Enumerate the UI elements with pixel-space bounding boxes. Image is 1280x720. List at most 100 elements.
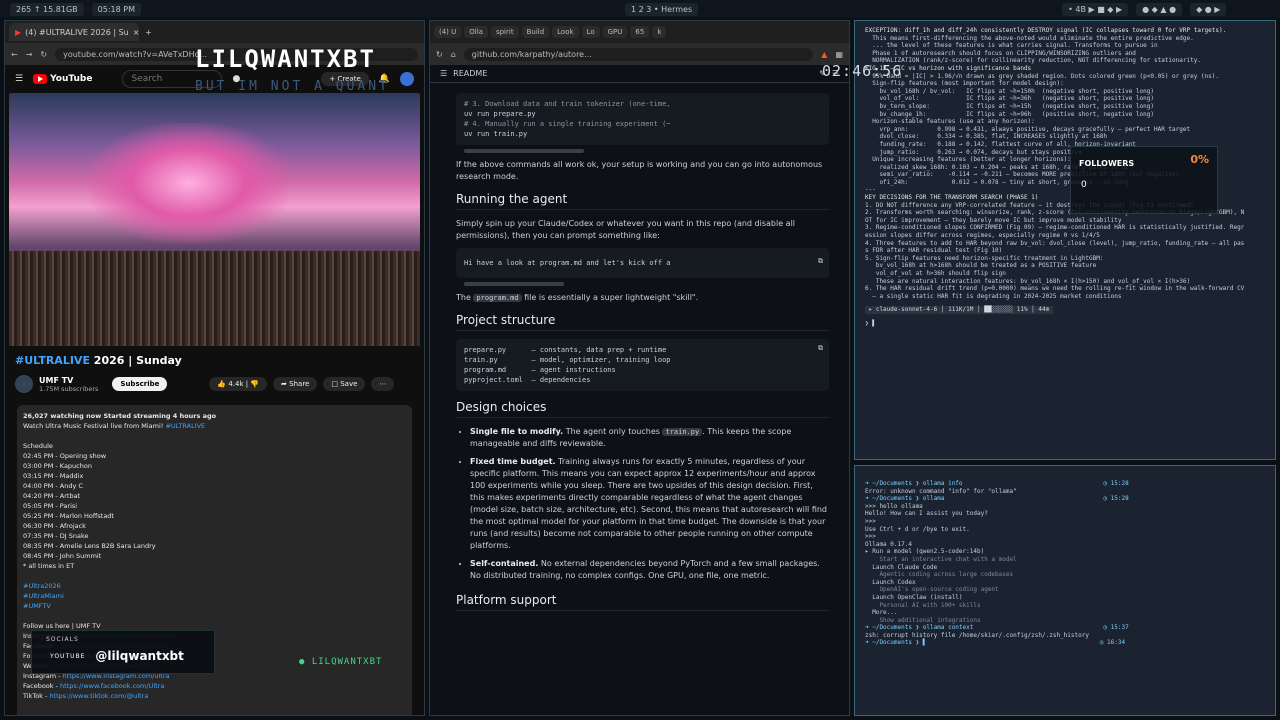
- terminal-line: >>>: [865, 533, 876, 541]
- channel-avatar[interactable]: [15, 375, 33, 393]
- terminal-line: — a single static HAR fit is degrading i…: [865, 292, 1122, 300]
- terminal-line: 4. Three features to add to HAR beyond r…: [865, 239, 1245, 247]
- reload-icon[interactable]: ↻: [40, 50, 47, 59]
- copy-icon[interactable]: ⧉: [818, 343, 823, 353]
- readme-label[interactable]: README: [453, 69, 487, 78]
- video-player[interactable]: [9, 93, 420, 346]
- thumbs-up-icon: 👍: [217, 380, 227, 388]
- browser-tab[interactable]: (4) U: [434, 26, 462, 38]
- browser-tab[interactable]: spirit: [490, 26, 519, 38]
- browser-tab[interactable]: Look: [552, 26, 579, 38]
- bullet-text: Training always runs for exactly 5 minut…: [470, 457, 828, 550]
- schedule-item: 08:45 PM - John Summit: [23, 552, 102, 560]
- hashtag-link[interactable]: #Ultra2026: [23, 581, 406, 591]
- readme-header: ☰ README ✎ ☰: [430, 65, 849, 83]
- youtube-logo[interactable]: YouTube: [33, 74, 92, 84]
- save-button[interactable]: □ Save: [323, 377, 366, 391]
- new-tab-icon[interactable]: +: [145, 28, 152, 37]
- close-icon[interactable]: ×: [133, 28, 139, 37]
- terminal-ollama[interactable]: ➜ ~/Documents ❯ ollama info ◷ 15:28 Error…: [854, 465, 1276, 716]
- bullet-title: Fixed time budget.: [470, 457, 556, 466]
- list-item: Single file to modify. The agent only to…: [470, 426, 829, 450]
- browser-tab[interactable]: 65: [630, 26, 650, 38]
- tray-icons-1[interactable]: • 4B ▶ ■ ◆ ▶: [1062, 2, 1129, 16]
- social-link-row: TikTok - https://www.tiktok.com/@ultra: [23, 691, 406, 701]
- hashtag-link[interactable]: #UMFTV: [23, 601, 406, 611]
- streamer-overlay-subtitle: BUT IM NOT A QUANT: [195, 79, 390, 94]
- terminal-line: Launch OpenClaw (install): [865, 593, 963, 601]
- desc-hashtag[interactable]: #ULTRALIVE: [165, 422, 205, 430]
- video-title: #ULTRALIVE 2026 | Sunday: [5, 346, 424, 371]
- social-link-url[interactable]: https://www.facebook.com/Ultra: [60, 682, 164, 690]
- video-title-hashtag[interactable]: #ULTRALIVE: [15, 354, 90, 367]
- schedule-item: 07:35 PM - DJ Snake: [23, 532, 89, 540]
- schedule-header: Schedule: [23, 442, 53, 450]
- forward-icon[interactable]: →: [26, 50, 33, 59]
- back-icon[interactable]: ←: [11, 50, 18, 59]
- code-scrollbar[interactable]: [464, 282, 564, 286]
- terminal-line: bv_vol_168h at h>168h should be treated …: [865, 262, 1097, 270]
- terminal-analysis[interactable]: EXCEPTION: diff_1h and diff_24h consiste…: [854, 20, 1276, 460]
- subscriber-count: 1.75M subscribers: [39, 384, 99, 393]
- terminal-line: >>> hello ollama: [865, 502, 923, 510]
- tray-icons-3[interactable]: ◆ ● ▶: [1190, 2, 1227, 16]
- copy-icon[interactable]: ⧉: [818, 256, 823, 266]
- youtube-play-icon: [33, 74, 48, 84]
- terminal-line: Show additional integrations: [865, 616, 981, 624]
- home-icon[interactable]: ⌂: [451, 50, 456, 59]
- socials-handle: @lilqwantxbt: [95, 649, 184, 663]
- reload-icon[interactable]: ↻: [436, 50, 443, 59]
- code-scrollbar[interactable]: [464, 149, 584, 153]
- clock-chip: 05:18 PM: [91, 2, 141, 16]
- crowd: [9, 251, 420, 346]
- like-button[interactable]: 👍 4.4k | 👎: [209, 377, 268, 391]
- book-icon: ☰: [440, 69, 448, 78]
- subscribe-button[interactable]: Subscribe: [112, 377, 168, 391]
- schedule-item: 05:25 PM - Marlon Hoffstadt: [23, 512, 114, 520]
- share-button[interactable]: ➦ Share: [273, 377, 318, 391]
- code-block-setup: # 3. Download data and train tokenizer (…: [456, 93, 829, 145]
- terminal-line: vol_of_vol: IC flips at ~h=36h (negative…: [865, 95, 1154, 103]
- overlay-green-tag: ● LILQWANTXBT: [299, 657, 383, 667]
- terminal-line: These are natural interaction features: …: [865, 277, 1191, 285]
- extensions-icon[interactable]: ▦: [835, 50, 843, 59]
- schedule-item: 05:05 PM - Parisi: [23, 502, 78, 510]
- terminal-line: 5. Sign-flip features need horizon-speci…: [865, 254, 1104, 262]
- terminal-line: ➜ ~/Documents ❯ ollama ◷ 15:28: [865, 495, 1129, 503]
- channel-info: UMF TV 1.75M subscribers: [39, 376, 98, 393]
- code-line: uv run prepare.py: [464, 110, 536, 118]
- share-icon: ➦: [281, 380, 287, 388]
- hashtag-link[interactable]: #UltraMiami: [23, 591, 406, 601]
- social-link-url[interactable]: https://www.tiktok.com/@ultra: [49, 692, 148, 700]
- code-line: program.md — agent instructions: [464, 366, 616, 374]
- bullet-title: Single file to modify.: [470, 427, 564, 436]
- browser-tab[interactable]: Lo: [581, 26, 600, 38]
- url-field-gh[interactable]: github.com/karpathy/autore...: [463, 47, 814, 61]
- browser-tab-youtube[interactable]: ▶ (4) #ULTRALIVE 2026 | Su ×: [9, 23, 139, 41]
- browser-tab[interactable]: GPU: [602, 26, 628, 38]
- avatar[interactable]: [400, 72, 414, 86]
- github-window: (4) U Olla spirit Build Look Lo GPU 65 k ↻ ⌂ git…: [429, 20, 850, 716]
- terminal-line: ... the level of these features is what …: [865, 42, 1158, 50]
- browser-tab[interactable]: k: [652, 26, 667, 38]
- terminal-line: dvol_close: 0.334 → 0.385, flat, INCREAS…: [865, 133, 1108, 141]
- bullet-text: The agent only touches: [563, 427, 663, 436]
- p3-pre: The: [456, 293, 474, 302]
- browser-tab[interactable]: Olla: [464, 26, 488, 38]
- channel-name[interactable]: UMF TV: [39, 376, 98, 385]
- tray-icons-2[interactable]: ● ◆ ▲ ●: [1136, 2, 1183, 16]
- bullet-title: Self-contained.: [470, 559, 539, 568]
- terminal-output: ➜ ~/Documents ❯ ollama info ◷ 15:28 Error…: [855, 466, 1275, 653]
- stage-lights: [89, 123, 289, 243]
- more-options-icon[interactable]: ⋯: [371, 377, 395, 391]
- terminal-line: ▸ Run a model (qwen2.5-coder:14b): [865, 548, 985, 556]
- address-bar-gh: ↻ ⌂ github.com/karpathy/autore... ▲ ▦: [430, 43, 849, 65]
- brave-icon[interactable]: ▲: [821, 50, 827, 59]
- hamburger-menu-icon[interactable]: ☰: [15, 74, 23, 84]
- browser-tab[interactable]: Build: [521, 26, 550, 38]
- schedule-item: 03:15 PM - Maddix: [23, 472, 84, 480]
- terminal-line: This means first-differencing the above-…: [865, 34, 1194, 42]
- terminal-prompt[interactable]: ❯ ▌: [855, 320, 1275, 334]
- workspace-switcher[interactable]: 1 2 3 • Hermes: [624, 2, 699, 16]
- code-block-prompt: Hi have a look at program.md and let's k…: [456, 248, 829, 278]
